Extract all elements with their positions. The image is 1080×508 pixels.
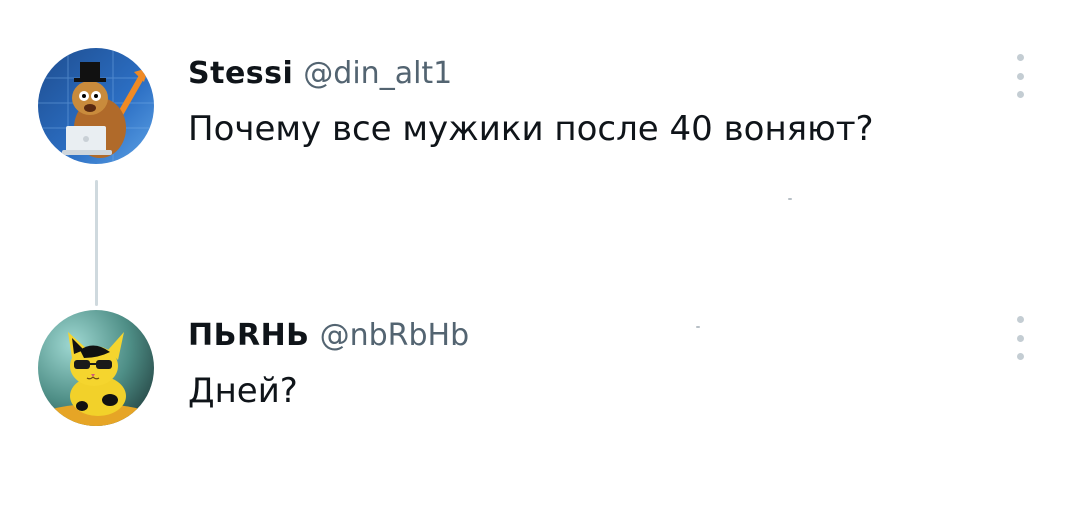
- artifact-speck: [788, 198, 792, 200]
- user-avatar[interactable]: [38, 48, 154, 164]
- tweet-text: Дней?: [188, 371, 298, 411]
- artifact-speck: [696, 326, 700, 328]
- tweet-header: ПЬRНЬ @nbRbHb: [188, 316, 469, 360]
- user-handle[interactable]: @nbRbHb: [320, 318, 470, 353]
- cartoon-character-laptop-avatar-icon: [38, 48, 154, 164]
- user-handle[interactable]: @din_alt1: [303, 56, 452, 91]
- tweet-text: Почему все мужики после 40 воняют?: [188, 109, 874, 149]
- tweet-thread: Stessi @din_alt1 Почему все мужики после …: [0, 0, 1080, 508]
- tweet-header: Stessi @din_alt1: [188, 54, 452, 98]
- display-name[interactable]: ПЬRНЬ: [188, 318, 310, 353]
- more-vertical-icon[interactable]: [1010, 316, 1030, 360]
- user-avatar[interactable]: [38, 310, 154, 426]
- thread-connector-line: [95, 180, 98, 306]
- display-name[interactable]: Stessi: [188, 56, 293, 91]
- cat-avatar-icon: [38, 310, 154, 426]
- more-vertical-icon[interactable]: [1010, 54, 1030, 98]
